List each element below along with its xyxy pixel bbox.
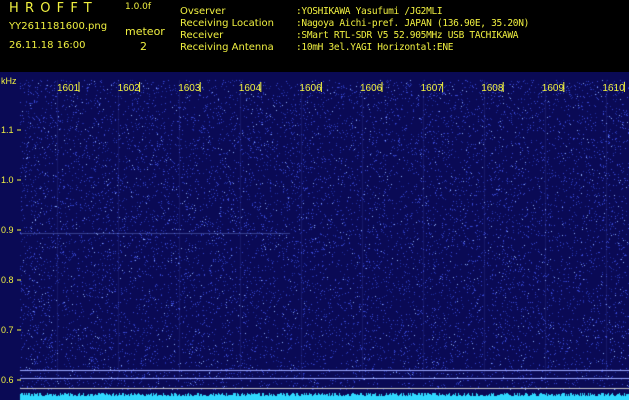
y-tick-label: 1.0 bbox=[1, 175, 14, 185]
x-tick-label: 1602 bbox=[118, 83, 141, 94]
x-tick-label: 1606 bbox=[299, 83, 322, 94]
app-version: 1.0.0f bbox=[125, 2, 152, 12]
y-tick-label: 0.9 bbox=[1, 225, 14, 235]
x-tick-label: 1610 bbox=[602, 83, 625, 94]
receiver-value: :SMart RTL-SDR V5 52.905MHz USB TACHIKAW… bbox=[296, 30, 519, 41]
x-tick-label: 1601 bbox=[57, 83, 80, 94]
meteor-count: 2 bbox=[140, 40, 147, 53]
x-tick-label: 1603 bbox=[178, 83, 201, 94]
observer-value: :YOSHIKAWA Yasufumi /JG2MLI bbox=[296, 6, 443, 17]
antenna-value: :10mH 3el.YAGI Horizontal:ENE bbox=[296, 42, 454, 53]
observer-key: Ovserver bbox=[180, 6, 226, 17]
x-tick-label: 1608 bbox=[481, 83, 504, 94]
timestamp: 26.11.18 16:00 bbox=[9, 40, 86, 51]
y-tick-label: 0.8 bbox=[1, 275, 14, 285]
x-tick-label: 1604 bbox=[239, 83, 262, 94]
location-key: Receiving Location bbox=[180, 18, 274, 29]
antenna-key: Receiving Antenna bbox=[180, 42, 274, 53]
x-tick-label: 1607 bbox=[421, 83, 444, 94]
app-title: HROFFT bbox=[9, 1, 98, 16]
location-value: :Nagoya Aichi-pref. JAPAN (136.90E, 35.2… bbox=[296, 18, 530, 29]
spectrogram-overlay: kHz 1.1 1.0 0.9 0.8 0.7 0.6 1601 1602 1603 1604 160… bbox=[1, 76, 625, 385]
file-name: YY2611181600.png bbox=[9, 21, 108, 32]
x-tick-label: 1606 bbox=[360, 83, 383, 94]
y-tick-label: 0.7 bbox=[1, 325, 14, 335]
header-panel: HROFFT 1.0.0f YY2611181600.png meteor 26… bbox=[0, 0, 629, 72]
y-unit-label: kHz bbox=[1, 76, 17, 86]
x-tick-label: 1609 bbox=[542, 83, 565, 94]
y-tick-label: 0.6 bbox=[1, 375, 14, 385]
receiver-key: Receiver bbox=[180, 30, 224, 41]
y-tick-label: 1.1 bbox=[1, 125, 14, 135]
meteor-label: meteor bbox=[125, 25, 165, 38]
